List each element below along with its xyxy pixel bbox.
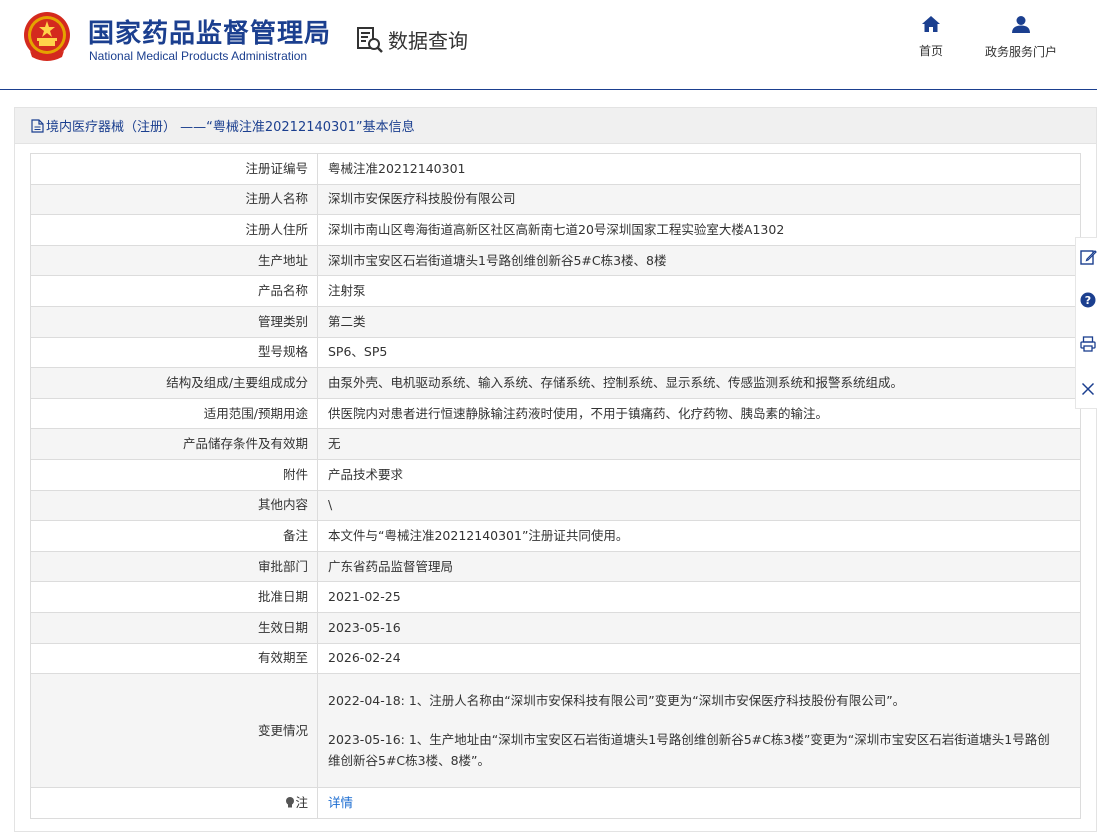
device-info-table: 注册证编号 粤械注准20212140301 注册人名称 深圳市安保医疗科技股份有限公… xyxy=(30,153,1081,819)
field-label: 注册证编号 xyxy=(30,153,318,185)
home-icon xyxy=(922,16,940,32)
field-label: 注册人名称 xyxy=(30,183,318,216)
field-value: \ xyxy=(317,489,1081,522)
table-row: 批准日期 2021-02-25 xyxy=(30,581,1081,613)
field-value: 深圳市宝安区石岩街道塘头1号路创维创新谷5#C栋3楼、8楼 xyxy=(317,244,1081,277)
table-row: 注册证编号 粤械注准20212140301 xyxy=(30,153,1081,185)
svg-text:?: ? xyxy=(1085,294,1091,307)
side-toolbar: ? xyxy=(1075,237,1097,409)
change-entry: 维创新谷5#C栋3楼、8楼”。 xyxy=(328,753,491,769)
field-value: 无 xyxy=(317,428,1081,460)
table-row: 其他内容 \ xyxy=(30,489,1081,522)
panel-header: 境内医疗器械（注册） ——“粤械注准20212140301”基本信息 xyxy=(15,108,1096,144)
table-row: 生效日期 2023-05-16 xyxy=(30,611,1081,644)
table-row: 附件 产品技术要求 xyxy=(30,458,1081,491)
field-label: 生效日期 xyxy=(30,611,318,644)
close-icon[interactable] xyxy=(1079,380,1097,398)
field-value: 第二类 xyxy=(317,305,1081,338)
details-link[interactable]: 详情 xyxy=(328,795,353,810)
field-value: 2023-05-16 xyxy=(317,611,1081,644)
field-label: 备注 xyxy=(30,520,318,552)
table-row: 产品名称 注射泵 xyxy=(30,275,1081,307)
field-value: 由泵外壳、电机驱动系统、输入系统、存储系统、控制系统、显示系统、传感监测系统和报… xyxy=(317,367,1081,399)
field-label: 附件 xyxy=(30,458,318,491)
field-label: 注册人住所 xyxy=(30,214,318,246)
field-label: 批准日期 xyxy=(30,581,318,613)
data-query-title: 数据查询 xyxy=(356,24,468,54)
table-row: 有效期至 2026-02-24 xyxy=(30,642,1081,675)
field-label: 生产地址 xyxy=(30,244,318,277)
table-row-note: 注 详情 xyxy=(30,787,1081,819)
table-row: 适用范围/预期用途 供医院内对患者进行恒速静脉输注药液时使用，不用于镇痛药、化疗药… xyxy=(30,397,1081,430)
document-icon xyxy=(31,118,44,133)
table-row: 生产地址 深圳市宝安区石岩街道塘头1号路创维创新谷5#C栋3楼、8楼 xyxy=(30,244,1081,277)
table-row: 备注 本文件与“粤械注准20212140301”注册证共同使用。 xyxy=(30,520,1081,552)
field-value: 产品技术要求 xyxy=(317,458,1081,491)
note-label: 注 xyxy=(30,787,318,819)
header-divider xyxy=(0,89,1097,90)
nav-home-button[interactable]: 首页 xyxy=(913,16,949,59)
field-value: SP6、SP5 xyxy=(317,336,1081,369)
document-search-icon xyxy=(357,27,383,53)
data-query-label: 数据查询 xyxy=(388,28,468,53)
field-label: 适用范围/预期用途 xyxy=(30,397,318,430)
field-label: 型号规格 xyxy=(30,336,318,369)
site-header: 国家药品监督管理局 National Medical Products Admi… xyxy=(0,0,1097,90)
field-value: 本文件与“粤械注准20212140301”注册证共同使用。 xyxy=(317,520,1081,552)
field-label: 管理类别 xyxy=(30,305,318,338)
nav-portal-label: 政务服务门户 xyxy=(984,45,1057,59)
field-value: 2026-02-24 xyxy=(317,642,1081,675)
edit-icon[interactable] xyxy=(1079,248,1097,266)
field-value: 注射泵 xyxy=(317,275,1081,307)
changes-label: 变更情况 xyxy=(30,673,318,789)
table-row: 管理类别 第二类 xyxy=(30,305,1081,338)
field-label: 有效期至 xyxy=(30,642,318,675)
field-label: 产品储存条件及有效期 xyxy=(30,428,318,460)
field-label: 审批部门 xyxy=(30,550,318,583)
lightbulb-icon xyxy=(286,796,295,808)
change-entry: 2023-05-16: 1、生产地址由“深圳市宝安区石岩街道塘头1号路创维创新谷… xyxy=(328,732,1050,748)
table-row: 注册人名称 深圳市安保医疗科技股份有限公司 xyxy=(30,183,1081,216)
table-row: 结构及组成/主要组成成分 由泵外壳、电机驱动系统、输入系统、存储系统、控制系统、显… xyxy=(30,367,1081,399)
table-row: 产品储存条件及有效期无 xyxy=(30,428,1081,460)
note-value: 详情 xyxy=(317,787,1081,819)
field-value: 深圳市南山区粤海街道高新区社区高新南七道20号深圳国家工程实验室大楼A1302 xyxy=(317,214,1081,246)
detail-panel: 境内医疗器械（注册） ——“粤械注准20212140301”基本信息 注册证编号… xyxy=(14,107,1097,832)
user-icon xyxy=(1012,16,1030,33)
field-label: 其他内容 xyxy=(30,489,318,522)
national-emblem-icon xyxy=(24,12,70,61)
field-value: 广东省药品监督管理局 xyxy=(317,550,1081,583)
table-row: 型号规格 SP6、SP5 xyxy=(30,336,1081,369)
table-row-changes: 变更情况 2022-04-18: 1、注册人名称由“深圳市安保科技有限公司”变更… xyxy=(30,673,1081,789)
note-label-text: 注 xyxy=(295,794,308,810)
nav-portal-button[interactable]: 政务服务门户 xyxy=(980,16,1062,60)
print-icon[interactable] xyxy=(1079,335,1097,353)
field-value: 供医院内对患者进行恒速静脉输注药液时使用，不用于镇痛药、化疗药物、胰岛素的输注。 xyxy=(317,397,1081,430)
table-row: 注册人住所 深圳市南山区粤海街道高新区社区高新南七道20号深圳国家工程实验室大楼A… xyxy=(30,214,1081,246)
changes-value: 2022-04-18: 1、注册人名称由“深圳市安保科技有限公司”变更为“深圳市… xyxy=(317,673,1081,789)
brand-title-cn: 国家药品监督管理局 xyxy=(88,19,332,49)
field-label: 结构及组成/主要组成成分 xyxy=(30,367,318,399)
field-value: 2021-02-25 xyxy=(317,581,1081,613)
nav-home-label: 首页 xyxy=(918,44,943,58)
brand-title-en: National Medical Products Administration xyxy=(89,49,308,63)
table-row: 审批部门 广东省药品监督管理局 xyxy=(30,550,1081,583)
field-label: 产品名称 xyxy=(30,275,318,307)
field-value: 深圳市安保医疗科技股份有限公司 xyxy=(317,183,1081,216)
help-icon[interactable]: ? xyxy=(1079,291,1097,309)
panel-title: 境内医疗器械（注册） ——“粤械注准20212140301”基本信息 xyxy=(46,120,415,135)
field-value: 粤械注准20212140301 xyxy=(317,153,1081,185)
change-entry: 2022-04-18: 1、注册人名称由“深圳市安保科技有限公司”变更为“深圳市… xyxy=(328,693,906,709)
